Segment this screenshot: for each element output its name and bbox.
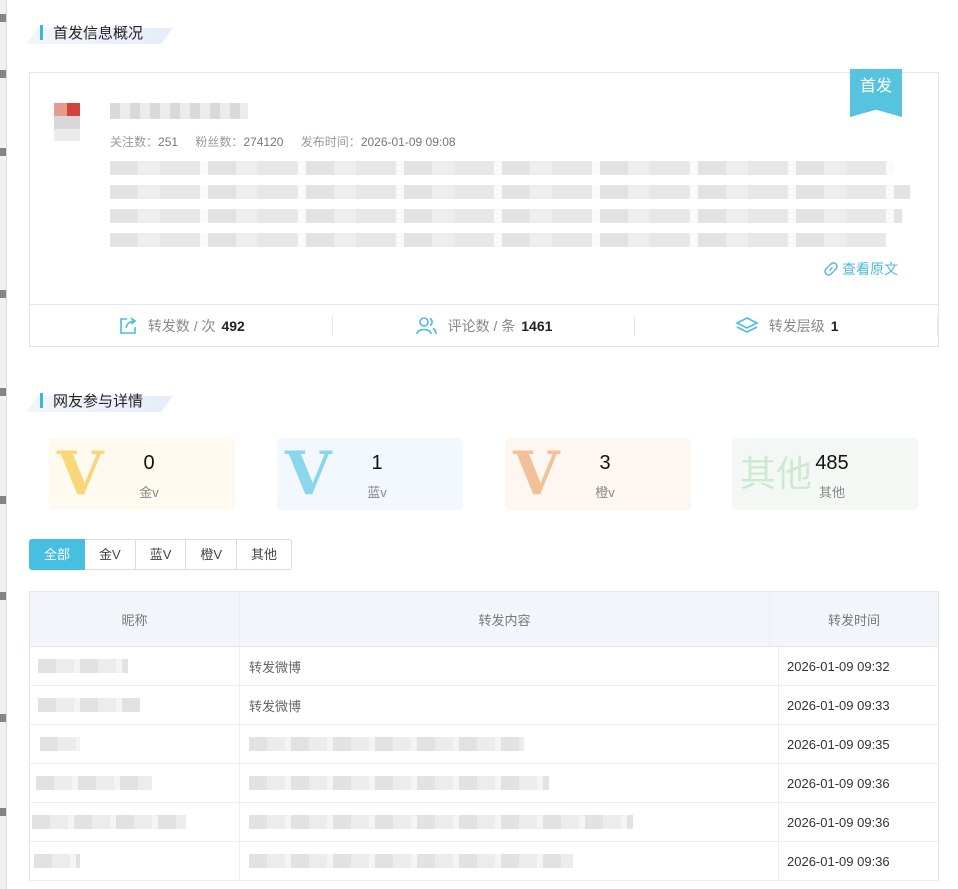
table-header: 昵称 转发内容 转发时间 [30, 592, 938, 647]
users-icon [415, 317, 437, 335]
vcard-label: 其他 [818, 485, 846, 500]
stat-reposts: 转发数 / 次 492 [30, 305, 333, 347]
post-meta: 关注数：251 粉丝数：274120 发布时间：2026-01-09 09:08 [110, 133, 470, 150]
stat-label: 评论数 / 条 [447, 318, 516, 334]
nickname-redacted [34, 854, 80, 868]
avatar [54, 103, 80, 141]
stat-levels: 转发层级 1 [635, 305, 938, 347]
table-row[interactable]: 转发微博 2026-01-09 09:32 [30, 647, 938, 686]
col-content: 转发内容 [240, 592, 770, 646]
nickname-redacted [38, 659, 128, 673]
repost-content: 转发微博 [240, 686, 779, 724]
stat-value: 1 [830, 318, 839, 334]
section-title-participation: 网友参与详情 [26, 388, 173, 412]
vcard-label: 金v [139, 485, 159, 500]
publish-time: 2026-01-09 09:08 [360, 135, 456, 149]
table-row[interactable]: 2026-01-09 09:36 [30, 842, 938, 881]
follow-label: 关注数： [110, 135, 159, 149]
vcard-count: 485 [815, 452, 849, 474]
author-name-redacted [110, 103, 248, 119]
repost-content-redacted [240, 803, 779, 841]
section-title-text: 网友参与详情 [53, 392, 144, 410]
first-post-badge: 首发 [850, 69, 902, 117]
post-content-redacted [110, 161, 910, 253]
vcard-count: 1 [371, 452, 383, 474]
repost-time: 2026-01-09 09:32 [787, 658, 890, 674]
table-row[interactable]: 2026-01-09 09:35 [30, 725, 938, 764]
nickname-redacted [36, 776, 152, 790]
repost-content: 转发微博 [240, 647, 779, 685]
filter-button-group: 全部 金V 蓝V 橙V 其他 [29, 539, 293, 570]
filter-blue-v[interactable]: 蓝V [135, 539, 187, 570]
section-title-text: 首发信息概况 [53, 24, 144, 42]
filter-gold-v[interactable]: 金V [85, 539, 136, 570]
other-mark-icon: 其他 [740, 453, 813, 494]
stat-value: 1461 [521, 318, 553, 334]
nickname-redacted [32, 815, 186, 829]
col-time: 转发时间 [827, 612, 880, 628]
stat-comments: 评论数 / 条 1461 [333, 305, 636, 347]
v-mark-icon: V [285, 439, 332, 509]
v-mark-icon: V [57, 439, 104, 509]
post-stats: 转发数 / 次 492 评论数 / 条 1461 转发层级 1 [30, 304, 938, 347]
v-mark-icon: V [513, 439, 560, 509]
table-row[interactable]: 2026-01-09 09:36 [30, 803, 938, 842]
repost-content-redacted [240, 764, 779, 802]
filter-all[interactable]: 全部 [29, 539, 86, 570]
vcard-orange: V 3 橙v [505, 438, 691, 510]
stat-label: 转发层级 [768, 318, 825, 334]
share-icon [120, 317, 137, 334]
vcard-blue: V 1 蓝v [277, 438, 463, 510]
layers-icon [734, 317, 759, 333]
nickname-redacted [40, 737, 80, 751]
publish-time-label: 发布时间： [300, 135, 361, 149]
post-card: 首发 关注数：251 粉丝数：274120 发布时间：2026-01-09 09… [29, 69, 939, 347]
filter-other[interactable]: 其他 [237, 539, 293, 570]
col-nickname: 昵称 [30, 592, 240, 646]
stat-label: 转发数 / 次 [147, 318, 216, 334]
vcard-label: 橙v [595, 485, 615, 500]
vcard-count: 0 [143, 452, 155, 474]
filter-orange-v[interactable]: 橙V [186, 539, 238, 570]
left-edge-strip [0, 0, 7, 889]
repost-table: 昵称 转发内容 转发时间 转发微博 2026-01-09 09:32 转发微博 … [29, 591, 939, 881]
follow-count: 251 [158, 135, 179, 149]
repost-time: 2026-01-09 09:36 [787, 775, 890, 791]
view-original-link[interactable]: 查看原文 [824, 259, 898, 279]
repost-time: 2026-01-09 09:33 [787, 697, 890, 713]
repost-time: 2026-01-09 09:35 [787, 736, 890, 752]
vcard-label: 蓝v [367, 485, 387, 500]
repost-content-redacted [240, 725, 779, 763]
link-icon [824, 262, 838, 276]
fans-label: 粉丝数： [195, 135, 244, 149]
section-title-overview: 首发信息概况 [26, 20, 173, 44]
repost-content-redacted [240, 842, 779, 880]
vcard-gold: V 0 金v [49, 438, 235, 510]
table-row[interactable]: 转发微博 2026-01-09 09:33 [30, 686, 938, 725]
vcard-count: 3 [599, 452, 611, 474]
table-row[interactable]: 2026-01-09 09:36 [30, 764, 938, 803]
vcard-other: 其他 485 其他 [732, 438, 918, 510]
fans-count: 274120 [243, 135, 284, 149]
nickname-redacted [38, 698, 140, 712]
repost-time: 2026-01-09 09:36 [787, 814, 890, 830]
stat-value: 492 [221, 318, 245, 334]
repost-time: 2026-01-09 09:36 [787, 853, 890, 869]
view-original-text: 查看原文 [842, 261, 898, 277]
